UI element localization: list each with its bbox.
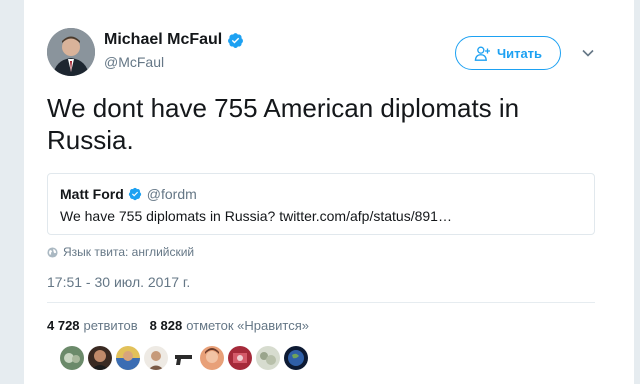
divider: [47, 302, 595, 303]
quoted-author-handle: @fordm: [146, 186, 197, 202]
likers-avatars: [60, 346, 308, 370]
verified-badge-icon: [128, 187, 141, 201]
liker-avatar[interactable]: [116, 346, 140, 370]
liker-avatar[interactable]: [172, 346, 196, 370]
add-user-icon: [474, 46, 490, 61]
author-handle[interactable]: @McFaul: [104, 54, 164, 70]
tweet-text: We dont have 755 American diplomats in R…: [47, 93, 520, 155]
liker-avatar[interactable]: [256, 346, 280, 370]
author-name-row: Michael McFaul: [104, 31, 244, 49]
liker-avatar[interactable]: [228, 346, 252, 370]
follow-button-label: Читать: [496, 45, 543, 61]
liker-avatar[interactable]: [60, 346, 84, 370]
follow-button[interactable]: Читать: [455, 36, 561, 70]
verified-badge-icon: [228, 32, 244, 48]
quoted-tweet-header: Matt Ford @fordm: [60, 186, 197, 202]
author-avatar[interactable]: [47, 28, 95, 76]
tweet-card: Michael McFaul @McFaul Читать We dont ha…: [24, 0, 634, 384]
quoted-tweet-text: We have 755 diplomats in Russia? twitter…: [60, 208, 452, 224]
liker-avatar[interactable]: [144, 346, 168, 370]
globe-icon: [47, 246, 58, 258]
retweets-stat[interactable]: 4 728 ретвитов: [47, 318, 138, 333]
liker-avatar[interactable]: [284, 346, 308, 370]
author-name[interactable]: Michael McFaul: [104, 31, 222, 49]
quoted-author-name: Matt Ford: [60, 186, 124, 202]
tweet-stats: 4 728 ретвитов 8 828 отметок «Нравится»: [47, 318, 309, 333]
tweet-language: Язык твита: английский: [47, 245, 194, 259]
likes-label: отметок «Нравится»: [186, 318, 309, 333]
quoted-tweet[interactable]: Matt Ford @fordm We have 755 diplomats i…: [47, 173, 595, 235]
tweet-timestamp[interactable]: 17:51 - 30 июл. 2017 г.: [47, 274, 190, 290]
retweets-count: 4 728: [47, 318, 80, 333]
likes-stat[interactable]: 8 828 отметок «Нравится»: [150, 318, 309, 333]
liker-avatar[interactable]: [88, 346, 112, 370]
tweet-language-label: Язык твита: английский: [63, 245, 195, 259]
likes-count: 8 828: [149, 318, 183, 333]
liker-avatar[interactable]: [200, 346, 224, 370]
chevron-down-icon[interactable]: [579, 44, 597, 62]
retweets-label: ретвитов: [83, 318, 138, 333]
